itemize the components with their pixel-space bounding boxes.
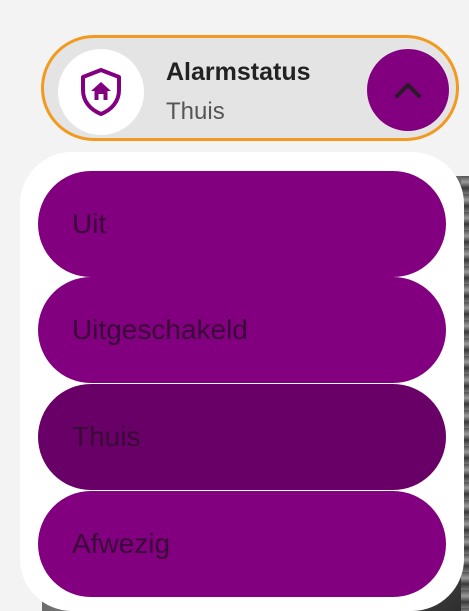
menu-item-afwezig[interactable]: Afwezig <box>38 491 446 597</box>
menu-item-uit[interactable]: Uit <box>38 171 446 277</box>
app-screen: Alarmstatus Thuis Uit Uitgeschakeld Thui… <box>0 0 469 611</box>
collapse-menu-button[interactable] <box>367 49 449 131</box>
alarm-mode-menu: Uit Uitgeschakeld Thuis Afwezig <box>20 152 464 611</box>
menu-item-thuis[interactable]: Thuis <box>38 384 446 490</box>
chevron-up-icon <box>395 83 421 98</box>
shield-home-icon <box>58 49 144 135</box>
menu-item-uitgeschakeld[interactable]: Uitgeschakeld <box>38 277 446 383</box>
status-value: Thuis <box>166 98 225 125</box>
alarm-status-selector[interactable]: Alarmstatus Thuis <box>41 35 459 141</box>
status-title: Alarmstatus <box>166 58 311 86</box>
